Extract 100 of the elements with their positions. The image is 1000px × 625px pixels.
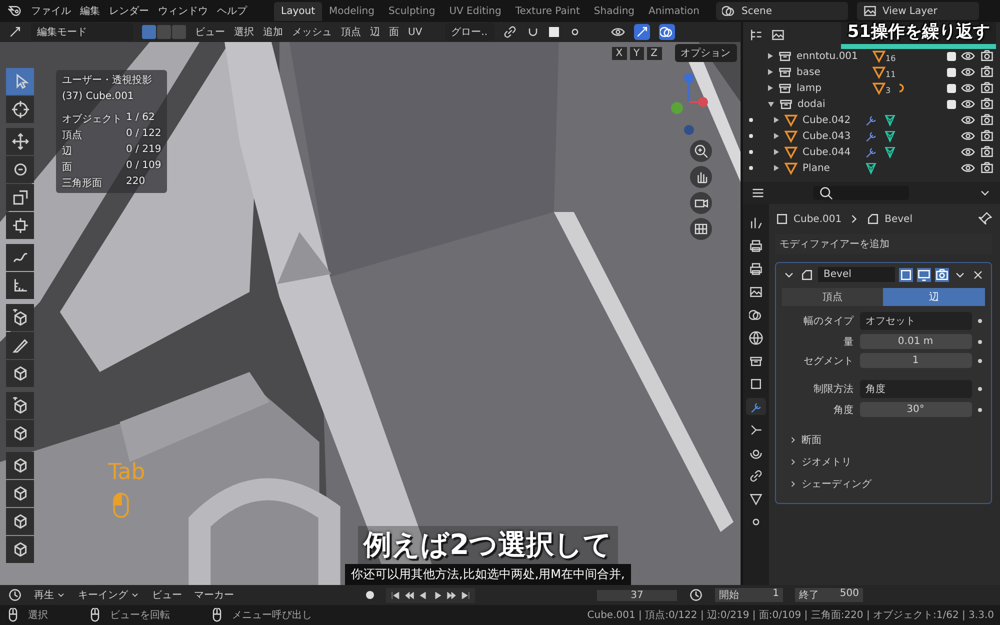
- camera-icon[interactable]: [980, 97, 994, 111]
- camera-icon[interactable]: [980, 65, 994, 79]
- workspace-tab[interactable]: Modeling: [322, 2, 382, 20]
- menu-item[interactable]: ファイル: [31, 4, 71, 18]
- hand-icon[interactable]: [690, 166, 712, 188]
- menu-item[interactable]: レンダー: [109, 4, 149, 18]
- link-icon[interactable]: [502, 25, 517, 39]
- expand-arrow-icon[interactable]: [768, 102, 774, 106]
- editor-type-icon[interactable]: [750, 186, 765, 200]
- camera-icon[interactable]: [980, 145, 994, 159]
- eye-icon[interactable]: [961, 113, 975, 127]
- number-field[interactable]: 30°: [860, 402, 972, 417]
- camera-icon[interactable]: [980, 161, 994, 175]
- outliner-row[interactable]: Cube.044: [742, 144, 1000, 160]
- keyframe-dot-icon[interactable]: [978, 340, 982, 344]
- menu-item[interactable]: キーイング: [78, 588, 140, 602]
- clock-icon[interactable]: [8, 588, 22, 602]
- tool-button[interactable]: [6, 480, 34, 507]
- tool-button[interactable]: [6, 452, 34, 479]
- current-frame-field[interactable]: 37: [597, 590, 677, 600]
- menu-item[interactable]: 選択: [234, 25, 254, 39]
- eye-icon[interactable]: [610, 25, 625, 39]
- menu-item[interactable]: 編集: [80, 4, 100, 18]
- tool-button[interactable]: [6, 212, 34, 239]
- edit-mode-icon[interactable]: [899, 268, 913, 282]
- camera-icon[interactable]: [980, 81, 994, 95]
- overlay-icon[interactable]: [658, 24, 675, 40]
- tool-button[interactable]: [6, 360, 34, 387]
- tool-button[interactable]: [6, 420, 34, 447]
- eye-icon[interactable]: [961, 97, 975, 111]
- menu-item[interactable]: 頂点: [341, 25, 361, 39]
- eye-icon[interactable]: [961, 49, 975, 63]
- search-field[interactable]: [812, 186, 909, 200]
- outliner-row[interactable]: dodai: [742, 96, 1000, 112]
- expand-arrow-icon[interactable]: [774, 133, 779, 139]
- options-dropdown[interactable]: オプション: [674, 44, 737, 62]
- menu-item[interactable]: 面: [389, 25, 399, 39]
- workspace-tab[interactable]: Sculpting: [382, 2, 442, 20]
- outliner-row[interactable]: base 11: [742, 64, 1000, 80]
- keyframe-dot-icon[interactable]: [978, 358, 982, 362]
- eye-icon[interactable]: [961, 129, 975, 143]
- expand-arrow-icon[interactable]: [774, 165, 779, 171]
- number-field[interactable]: 0.01 m: [860, 334, 972, 349]
- outliner-row[interactable]: Plane: [742, 160, 1000, 176]
- scene-field[interactable]: Scene: [716, 2, 848, 20]
- dropdown-field[interactable]: オフセット: [860, 312, 972, 330]
- tool-button[interactable]: [6, 156, 34, 183]
- workspace-tab[interactable]: UV Editing: [442, 2, 508, 20]
- view-layer-field[interactable]: View Layer: [856, 2, 979, 20]
- checkbox[interactable]: [947, 52, 956, 60]
- expand-arrow-icon[interactable]: [768, 69, 773, 75]
- menu-item[interactable]: 追加: [263, 25, 283, 39]
- record-button[interactable]: [366, 591, 374, 599]
- camera-icon[interactable]: [690, 192, 712, 214]
- dropdown-field[interactable]: 角度: [860, 380, 972, 398]
- camera-icon[interactable]: [980, 49, 994, 63]
- rewind-icon[interactable]: [404, 590, 415, 600]
- workspace-tab[interactable]: Animation: [642, 2, 707, 20]
- keyframe-dot-icon[interactable]: [978, 408, 982, 412]
- menu-item[interactable]: メッシュ: [292, 25, 332, 39]
- affect-toggle[interactable]: 辺: [883, 288, 986, 306]
- outliner-row[interactable]: Cube.043: [742, 128, 1000, 144]
- tool-button[interactable]: [6, 392, 34, 419]
- editor-type-icon[interactable]: [8, 25, 22, 39]
- camera-icon[interactable]: [935, 268, 949, 282]
- outliner-row[interactable]: enntotu.001 16: [742, 48, 1000, 64]
- orientation-dropdown[interactable]: グロー..: [445, 23, 494, 41]
- workspace-tab[interactable]: Layout: [274, 2, 322, 20]
- checkbox[interactable]: [947, 84, 956, 92]
- tool-button[interactable]: [6, 184, 34, 211]
- tool-button[interactable]: [6, 508, 34, 535]
- outliner-row[interactable]: lamp 3: [742, 80, 1000, 96]
- camera-icon[interactable]: [980, 113, 994, 127]
- subpanel-header[interactable]: ジオメトリ: [782, 451, 985, 473]
- skip-start-icon[interactable]: [390, 590, 401, 600]
- menu-item[interactable]: UV: [408, 26, 422, 38]
- workspace-tab[interactable]: Texture Paint: [508, 2, 587, 20]
- outliner-icon[interactable]: [748, 28, 763, 42]
- tool-button[interactable]: [6, 96, 34, 123]
- keyframe-dot-icon[interactable]: [978, 319, 982, 323]
- gizmo-icon[interactable]: [634, 24, 650, 40]
- properties-tab[interactable]: [746, 398, 766, 415]
- tool-button[interactable]: [6, 304, 34, 331]
- expand-arrow-icon[interactable]: [768, 53, 773, 59]
- clock-icon[interactable]: [689, 588, 703, 602]
- monitor-icon[interactable]: [917, 268, 931, 282]
- fast-forward-icon[interactable]: [446, 590, 457, 600]
- start-frame-field[interactable]: 開始 1: [715, 588, 783, 602]
- checkbox[interactable]: [947, 100, 956, 108]
- mode-dropdown[interactable]: 編集モード: [31, 23, 133, 41]
- menu-item[interactable]: 辺: [370, 25, 380, 39]
- tool-button[interactable]: [6, 272, 34, 299]
- eye-icon[interactable]: [961, 161, 975, 175]
- eye-icon[interactable]: [961, 65, 975, 79]
- zoom-icon[interactable]: [690, 140, 712, 162]
- pin-icon[interactable]: [978, 212, 992, 226]
- play-reverse-icon[interactable]: [418, 590, 429, 600]
- affect-toggle[interactable]: 頂点: [782, 288, 884, 306]
- menu-item[interactable]: 再生: [34, 588, 66, 602]
- menu-item[interactable]: ビュー: [152, 588, 182, 602]
